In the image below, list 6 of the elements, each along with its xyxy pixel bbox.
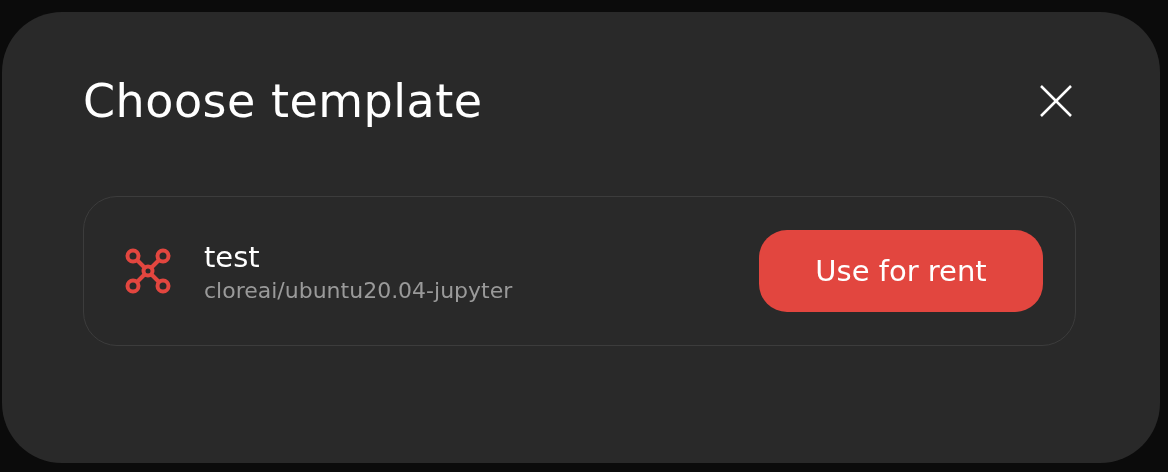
use-for-rent-button[interactable]: Use for rent <box>759 230 1043 312</box>
network-icon <box>124 247 172 295</box>
dialog-title: Choose template <box>83 74 483 128</box>
template-name: test <box>204 239 261 274</box>
template-image: cloreai/ubuntu20.04-jupyter <box>204 277 514 303</box>
close-icon <box>1039 84 1073 118</box>
